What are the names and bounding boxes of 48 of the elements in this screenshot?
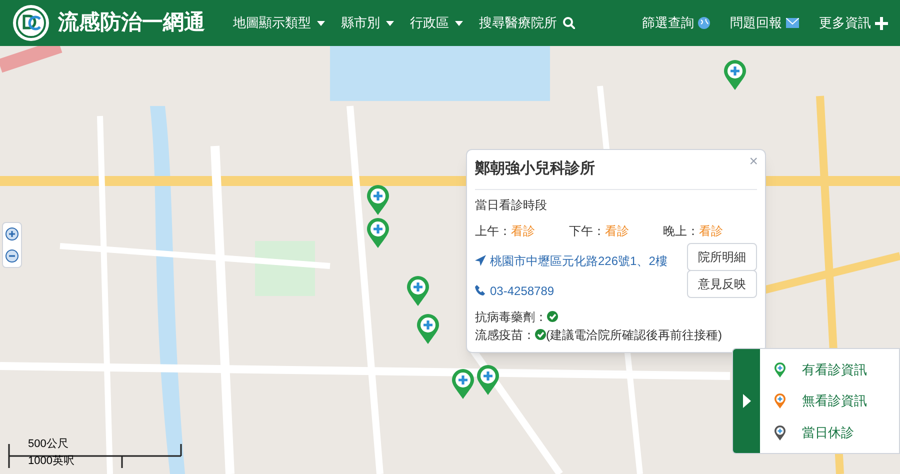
popup-button[interactable]: 意見反映 [687,270,757,298]
map-pin-icon[interactable] [723,59,747,91]
zoom-in-icon[interactable] [5,227,19,241]
mail-icon [786,18,799,28]
caret-icon [455,20,463,26]
scale-label: 1000英呎 [28,456,74,467]
address-link[interactable]: 桃園市中壢區元化路226號1、2樓 [490,252,668,270]
navigation-arrow-icon [475,255,486,266]
period-status: 看診 [699,222,723,240]
period-status: 看診 [511,222,535,240]
site-title[interactable]: 流感防治一網通 [58,7,205,39]
caret-icon [317,20,325,26]
nav-link[interactable]: 問題回報 [730,13,799,33]
map-pin-icon[interactable] [416,313,440,345]
period-label: 下午： [569,222,605,240]
nav-menu-item[interactable]: 地圖顯示類型 [233,13,325,33]
map-pin-icon[interactable] [406,275,430,307]
caret-icon [742,394,750,408]
period-label: 晚上： [663,222,699,240]
vaccine-label: 流感疫苗： [475,326,535,344]
popup-button[interactable]: 院所明細 [687,242,757,270]
nav-link[interactable]: 篩選查詢 [642,13,710,33]
map-pin-icon[interactable] [366,184,390,216]
scale-label: 500公尺 [28,439,68,450]
legend-label: 當日休診 [802,424,854,442]
nav-menu-item[interactable]: 行政區 [410,13,463,33]
legend-label: 有看診資訊 [802,360,867,379]
search-icon [563,17,575,29]
caret-icon [386,20,394,26]
antiviral-label: 抗病毒藥劑： [475,308,547,326]
nav-menu-item[interactable]: 縣市別 [341,13,394,33]
zoom-out-icon[interactable] [5,249,19,263]
map-pin-icon[interactable] [451,368,475,400]
section-heading: 當日看診時段 [475,196,548,214]
period-label: 上午： [475,222,511,240]
logo-icon [12,4,50,42]
vaccine-note: (建議電洽院所確認後再前往接種) [546,326,722,344]
nav-menu-item[interactable]: 搜尋醫療院所 [479,13,575,33]
globe-icon [698,17,710,29]
plus-icon [875,16,888,30]
map-pin-icon[interactable] [476,364,500,396]
legend-toggle-button[interactable] [733,349,760,453]
phone-link[interactable]: 03-4258789 [490,282,554,300]
nav-link[interactable]: 更多資訊 [819,13,888,33]
period-status: 看診 [605,222,629,240]
phone-icon [475,285,486,296]
legend-label: 無看診資訊 [802,392,867,410]
map-pin-icon[interactable] [366,217,390,249]
